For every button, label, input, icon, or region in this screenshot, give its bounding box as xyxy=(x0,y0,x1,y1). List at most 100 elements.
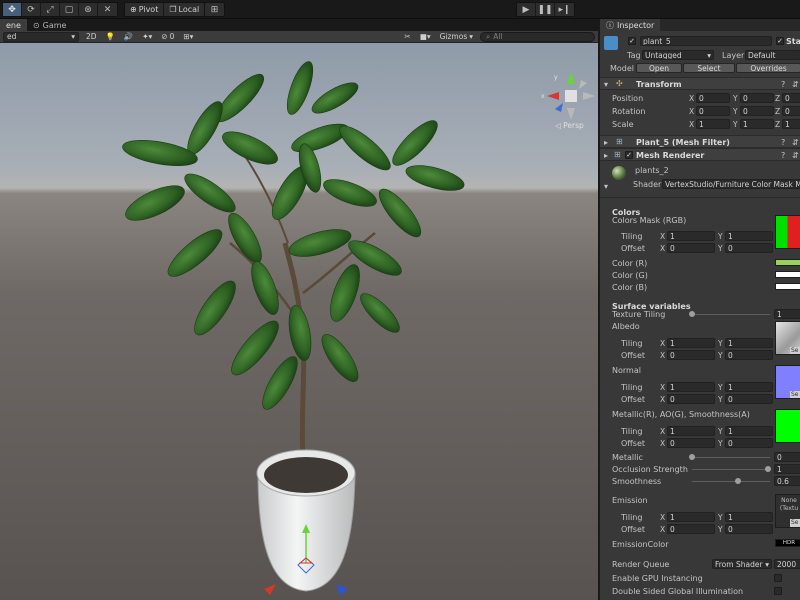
camera-icon[interactable]: ■▾ xyxy=(418,32,433,42)
local-toggle[interactable]: ❒ Local xyxy=(164,3,204,16)
material-foldout-icon[interactable]: ▾ xyxy=(604,182,608,191)
occlusion-slider[interactable] xyxy=(692,469,770,470)
settings-icon[interactable]: ⇵ xyxy=(792,80,799,89)
lighting-toggle-icon[interactable]: 💡 xyxy=(104,32,117,42)
albedo-tiling-y-field[interactable]: 1 xyxy=(725,338,773,348)
mesh-filter-header[interactable]: ▸ ⊞ Plant_5 (Mesh Filter) ? ⇵ xyxy=(600,135,800,148)
static-checkbox[interactable]: ✓ xyxy=(776,37,784,45)
render-queue-field[interactable]: 2000 xyxy=(774,559,800,569)
metallic-field[interactable]: 0 xyxy=(774,452,800,462)
normal-offset-x-field[interactable]: 0 xyxy=(667,394,715,404)
emission-tiling-y-field[interactable]: 1 xyxy=(725,512,773,522)
emission-tiling-x-field[interactable]: 1 xyxy=(667,512,715,522)
smoothness-slider[interactable] xyxy=(692,481,770,482)
normal-tiling-y-field[interactable]: 1 xyxy=(725,382,773,392)
scale-x-field[interactable]: 1 xyxy=(696,119,730,129)
smoothness-field[interactable]: 0.6 xyxy=(774,476,800,486)
settings-icon[interactable]: ⇵ xyxy=(792,138,799,147)
emission-color-swatch[interactable]: HDR xyxy=(775,539,800,547)
rect-tool-icon[interactable]: ▢ xyxy=(60,3,79,16)
mask-offset-y-field[interactable]: 0 xyxy=(725,243,773,253)
mesh-renderer-header[interactable]: ▸ ⊞ ✓ Mesh Renderer ? ⇵ xyxy=(600,148,800,161)
double-sided-checkbox[interactable] xyxy=(774,587,782,595)
tab-game[interactable]: ⊙ Game xyxy=(27,19,73,31)
step-button[interactable]: ▸❙ xyxy=(555,3,574,16)
rotation-z-field[interactable]: 0 xyxy=(782,106,800,116)
select-button[interactable]: Select xyxy=(683,63,735,73)
emission-select-button[interactable]: Se xyxy=(790,519,800,527)
shading-mode-dropdown[interactable]: ed ▾ xyxy=(3,31,79,42)
audio-toggle-icon[interactable]: 🔊 xyxy=(122,32,135,42)
metallic-tiling-x-field[interactable]: 1 xyxy=(667,426,715,436)
scale-tool-icon[interactable]: ⤢ xyxy=(41,3,60,16)
emission-thumbnail[interactable]: None (Textu Se xyxy=(775,494,800,528)
emission-offset-y-field[interactable]: 0 xyxy=(725,524,773,534)
shader-dropdown[interactable]: VertexStudio/Furniture Color Mask Meta xyxy=(662,179,800,189)
layer-dropdown[interactable]: Default xyxy=(745,50,800,60)
metallic-slider-knob[interactable] xyxy=(689,454,695,460)
texture-tiling-field[interactable]: 1 xyxy=(774,309,800,319)
occlusion-slider-knob[interactable] xyxy=(765,466,771,472)
metallic-offset-x-field[interactable]: 0 xyxy=(667,438,715,448)
scale-y-field[interactable]: 1 xyxy=(740,119,774,129)
mesh-renderer-checkbox[interactable]: ✓ xyxy=(625,151,633,159)
open-button[interactable]: Open xyxy=(636,63,682,73)
object-name-field[interactable]: plant_5 xyxy=(640,36,772,46)
help-icon[interactable]: ? xyxy=(781,80,785,89)
occlusion-field[interactable]: 1 xyxy=(774,464,800,474)
help-icon[interactable]: ? xyxy=(781,151,785,160)
mask-offset-x-field[interactable]: 0 xyxy=(667,243,715,253)
color-b-swatch[interactable] xyxy=(775,283,800,290)
effects-toggle-icon[interactable]: ✦▾ xyxy=(140,32,154,42)
custom-tool-icon[interactable]: ✕ xyxy=(98,3,117,16)
position-z-field[interactable]: 0 xyxy=(782,93,800,103)
transform-tool-icon[interactable]: ⊛ xyxy=(79,3,98,16)
emission-offset-x-field[interactable]: 0 xyxy=(667,524,715,534)
metallic-slider[interactable] xyxy=(692,457,770,458)
help-icon[interactable]: ? xyxy=(781,138,785,147)
rotate-tool-icon[interactable]: ⟳ xyxy=(22,3,41,16)
smoothness-slider-knob[interactable] xyxy=(735,478,741,484)
albedo-offset-x-field[interactable]: 0 xyxy=(667,350,715,360)
scene-viewport[interactable]: y x ◁ Persp xyxy=(0,43,598,600)
persp-label[interactable]: ◁ Persp xyxy=(555,121,584,130)
normal-thumbnail[interactable]: Se xyxy=(775,365,800,399)
colors-mask-thumbnail[interactable] xyxy=(775,215,800,249)
scene-search-input[interactable]: ⌕ All xyxy=(480,31,595,42)
move-tool-icon[interactable]: ✥ xyxy=(3,3,22,16)
texture-tiling-slider-knob[interactable] xyxy=(689,311,695,317)
normal-offset-y-field[interactable]: 0 xyxy=(725,394,773,404)
grid-snap-icon[interactable]: ⊞ xyxy=(205,3,224,16)
settings-icon[interactable]: ⇵ xyxy=(792,151,799,160)
rotation-x-field[interactable]: 0 xyxy=(696,106,730,116)
metallic-tiling-y-field[interactable]: 1 xyxy=(725,426,773,436)
metallic-thumbnail[interactable] xyxy=(775,409,800,443)
position-y-field[interactable]: 0 xyxy=(740,93,774,103)
grid-toggle-icon[interactable]: ⊞▾ xyxy=(181,32,195,42)
tab-inspector[interactable]: ⓘ Inspector xyxy=(600,19,661,31)
gizmos-dropdown[interactable]: Gizmos ▾ xyxy=(438,32,475,42)
albedo-select-button[interactable]: Se xyxy=(790,347,800,354)
metallic-offset-y-field[interactable]: 0 xyxy=(725,438,773,448)
normal-select-button[interactable]: Se xyxy=(790,391,800,398)
albedo-offset-y-field[interactable]: 0 xyxy=(725,350,773,360)
mask-tiling-y-field[interactable]: 1 xyxy=(725,231,773,241)
position-x-field[interactable]: 0 xyxy=(696,93,730,103)
mask-tiling-x-field[interactable]: 1 xyxy=(667,231,715,241)
hidden-objects-toggle[interactable]: ⊘ 0 xyxy=(159,32,176,42)
pause-button[interactable]: ❚❚ xyxy=(536,3,555,16)
albedo-thumbnail[interactable]: Se xyxy=(775,321,800,355)
render-queue-dropdown[interactable]: From Shader ▾ xyxy=(712,559,772,569)
pivot-toggle[interactable]: ⊕ Pivot xyxy=(125,3,165,16)
color-r-swatch[interactable] xyxy=(775,259,800,266)
texture-tiling-slider[interactable] xyxy=(692,314,770,315)
tag-dropdown[interactable]: Untagged ▾ xyxy=(642,50,714,60)
tab-scene[interactable]: ene xyxy=(0,19,27,31)
rotation-y-field[interactable]: 0 xyxy=(740,106,774,116)
albedo-tiling-x-field[interactable]: 1 xyxy=(667,338,715,348)
two-d-toggle[interactable]: 2D xyxy=(84,32,99,42)
normal-tiling-x-field[interactable]: 1 xyxy=(667,382,715,392)
active-checkbox[interactable]: ✓ xyxy=(628,37,636,45)
gpu-instancing-checkbox[interactable] xyxy=(774,574,782,582)
color-g-swatch[interactable] xyxy=(775,271,800,278)
